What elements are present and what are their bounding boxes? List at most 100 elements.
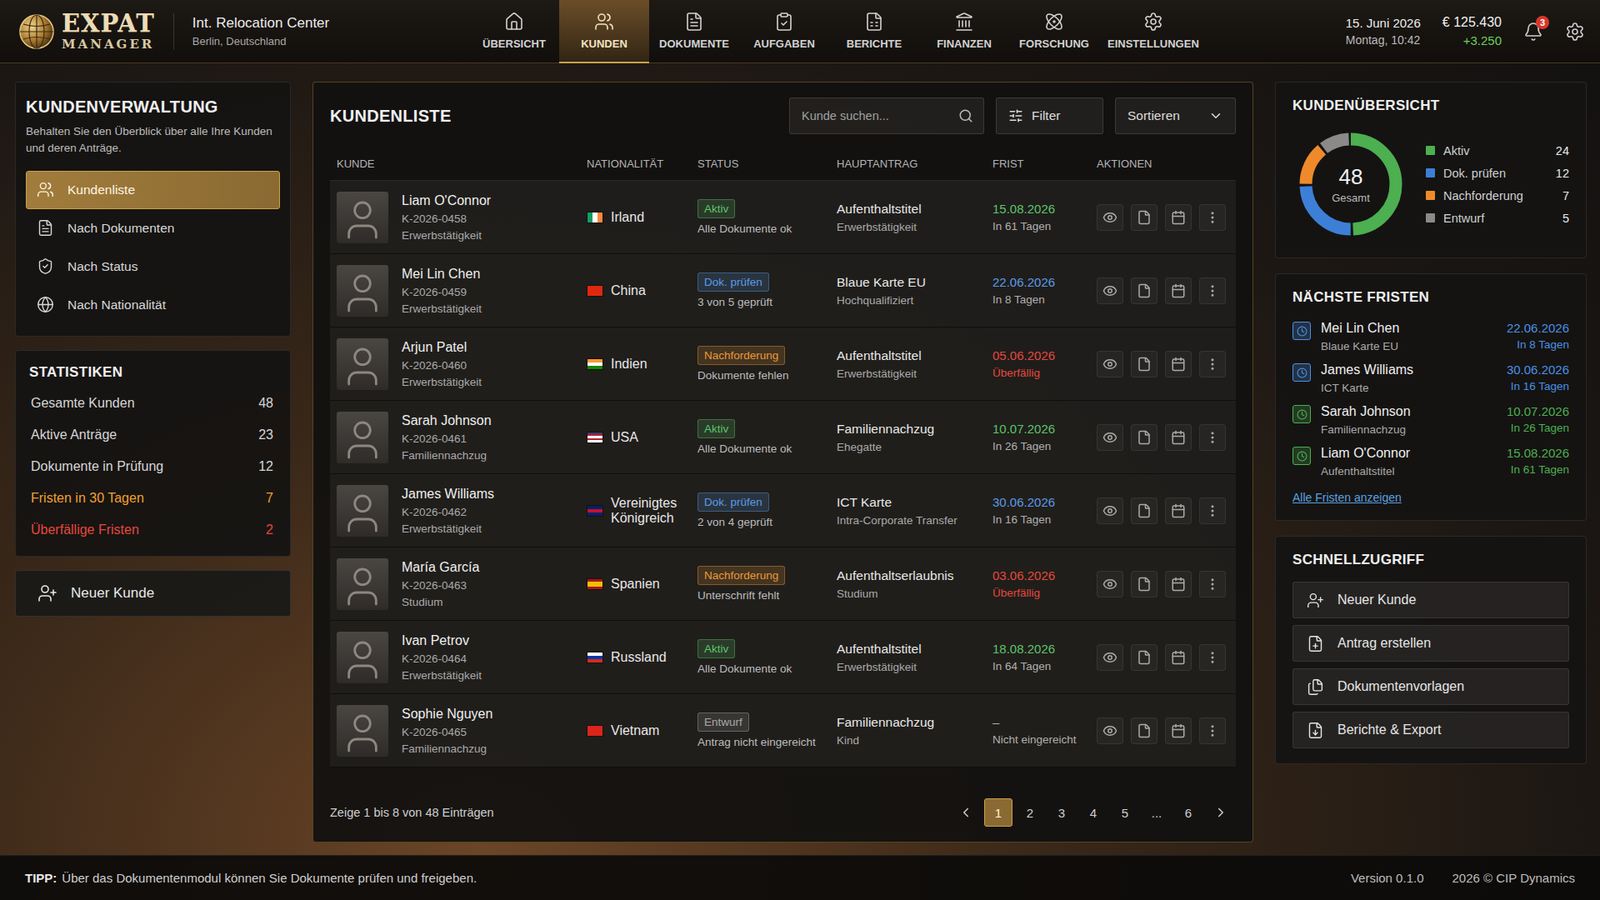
page-button[interactable]: 2 <box>1015 798 1045 827</box>
sort-button[interactable]: Sortieren <box>1115 97 1236 135</box>
table-row[interactable]: Sarah JohnsonK-2026-0461FamiliennachzugU… <box>330 400 1236 475</box>
documents-button[interactable] <box>1130 277 1158 305</box>
page-button[interactable]: ... <box>1142 798 1171 827</box>
nationality-name: Indien <box>610 356 648 372</box>
nav-item[interactable]: FORSCHUNG <box>1009 0 1100 64</box>
view-button[interactable] <box>1096 644 1124 671</box>
page-button[interactable]: 3 <box>1047 798 1076 827</box>
table-row[interactable]: Sophie NguyenK-2026-0465FamiliennachzugV… <box>330 694 1236 768</box>
page-button[interactable]: 4 <box>1079 798 1108 827</box>
nav-item[interactable]: EINSTELLUNGEN <box>1099 0 1208 64</box>
document-icon <box>1136 723 1152 739</box>
sidebar-item[interactable]: Nach Status <box>25 247 280 286</box>
deadline-item[interactable]: Mei Lin ChenBlaue Karte EU22.06.2026In 8… <box>1292 320 1570 353</box>
prev-page-button[interactable] <box>950 798 981 827</box>
calendar-button[interactable] <box>1165 717 1192 745</box>
view-button[interactable] <box>1096 350 1124 378</box>
documents-button[interactable] <box>1130 350 1158 378</box>
settings-button[interactable] <box>1565 21 1585 42</box>
sidebar-item-icon <box>36 295 55 314</box>
calendar-icon <box>1170 210 1186 225</box>
table-row[interactable]: Arjun PatelK-2026-0460ErwerbstätigkeitIn… <box>330 327 1236 401</box>
search-input[interactable] <box>800 108 952 124</box>
view-button[interactable] <box>1096 570 1124 598</box>
more-button[interactable] <box>1199 644 1226 671</box>
table-row[interactable]: María GarcíaK-2026-0463StudiumSpanienNac… <box>330 547 1236 621</box>
table-row[interactable]: Ivan PetrovK-2026-0464ErwerbstätigkeitRu… <box>330 620 1236 695</box>
nav-item[interactable]: FINANZEN <box>919 0 1010 64</box>
view-button[interactable] <box>1096 497 1124 525</box>
calendar-button[interactable] <box>1165 497 1192 525</box>
documents-button[interactable] <box>1130 644 1158 671</box>
quick-access-button[interactable]: Dokumentenvorlagen <box>1292 668 1570 705</box>
new-customer-button[interactable]: Neuer Kunde <box>15 570 291 617</box>
nav-item[interactable]: KUNDEN <box>559 0 650 64</box>
view-button[interactable] <box>1096 277 1124 305</box>
more-button[interactable] <box>1199 570 1226 598</box>
all-deadlines-link[interactable]: Alle Fristen anzeigen <box>1292 490 1402 505</box>
status-badge: Aktiv <box>697 419 735 439</box>
more-button[interactable] <box>1199 350 1226 378</box>
view-button[interactable] <box>1096 717 1124 745</box>
nav-item[interactable]: BERICHTE <box>829 0 920 64</box>
more-button[interactable] <box>1199 717 1226 745</box>
more-button[interactable] <box>1199 424 1226 451</box>
nationality-name: USA <box>610 430 639 445</box>
legend-swatch <box>1425 168 1435 178</box>
money-change: +3.250 <box>1463 33 1502 48</box>
table-row[interactable]: James WilliamsK-2026-0462Erwerbstätigkei… <box>330 474 1236 548</box>
documents-button[interactable] <box>1130 570 1158 598</box>
calendar-button[interactable] <box>1165 644 1192 671</box>
quick-access-button[interactable]: Neuer Kunde <box>1292 581 1570 619</box>
deadline-item[interactable]: Sarah JohnsonFamiliennachzug10.07.2026In… <box>1292 404 1570 436</box>
nav-item[interactable]: AUFGABEN <box>739 0 830 64</box>
nav-icon <box>954 11 975 32</box>
deadline-item[interactable]: James WilliamsICT Karte30.06.2026In 16 T… <box>1292 362 1570 395</box>
avatar-photo <box>336 191 389 244</box>
documents-button[interactable] <box>1130 424 1158 451</box>
view-button[interactable] <box>1096 204 1124 231</box>
next-page-button[interactable] <box>1205 798 1236 827</box>
stats-title: STATISTIKEN <box>29 364 275 381</box>
nav-icon <box>504 11 525 32</box>
application-title: Aufenthaltstitel <box>836 641 993 657</box>
table-row[interactable]: Mei Lin ChenK-2026-0459ErwerbstätigkeitC… <box>330 254 1236 328</box>
sidebar-item-icon <box>36 257 55 275</box>
calendar-button[interactable] <box>1165 424 1192 451</box>
page-button[interactable]: 5 <box>1110 798 1140 827</box>
nav-item[interactable]: ÜBERSICHT <box>469 0 560 64</box>
sidebar-item[interactable]: Nach Nationalität <box>25 285 280 325</box>
avatar-icon <box>339 490 386 537</box>
notifications-button[interactable]: 3 <box>1523 21 1544 42</box>
page-button[interactable]: 6 <box>1174 798 1203 827</box>
more-button[interactable] <box>1199 277 1226 305</box>
status-badge: Entwurf <box>697 712 750 732</box>
documents-button[interactable] <box>1130 717 1158 745</box>
sidebar-item[interactable]: Nach Dokumenten <box>25 209 280 248</box>
quick-access-button[interactable]: Berichte & Export <box>1292 711 1570 749</box>
nav-item[interactable]: DOKUMENTE <box>649 0 740 64</box>
filter-button[interactable]: Filter <box>995 97 1104 135</box>
documents-button[interactable] <box>1130 204 1158 231</box>
calendar-button[interactable] <box>1165 350 1192 378</box>
deadline-item[interactable]: Liam O'ConnorAufenthaltstitel15.08.2026I… <box>1292 445 1570 478</box>
table-row[interactable]: Liam O'ConnorK-2026-0458Erwerbstätigkeit… <box>330 180 1236 255</box>
documents-button[interactable] <box>1130 497 1158 525</box>
flag-stripe <box>597 212 603 223</box>
calendar-button[interactable] <box>1165 204 1192 231</box>
row-actions <box>1096 497 1236 525</box>
calendar-button[interactable] <box>1165 570 1192 598</box>
list-title: KUNDENLISTE <box>330 106 452 126</box>
sidebar-item-label: Nach Status <box>67 259 138 275</box>
more-button[interactable] <box>1199 204 1226 231</box>
view-button[interactable] <box>1096 424 1124 451</box>
more-button[interactable] <box>1199 497 1226 525</box>
avatar-photo <box>336 485 389 537</box>
nationality-name: Irland <box>610 210 645 225</box>
sidebar-item[interactable]: Kundenliste <box>25 170 280 210</box>
page-button[interactable]: 1 <box>984 798 1013 827</box>
avatar-icon <box>339 196 386 244</box>
quick-access-button[interactable]: Antrag erstellen <box>1292 625 1570 662</box>
calendar-button[interactable] <box>1165 277 1192 305</box>
search-icon <box>958 108 974 124</box>
